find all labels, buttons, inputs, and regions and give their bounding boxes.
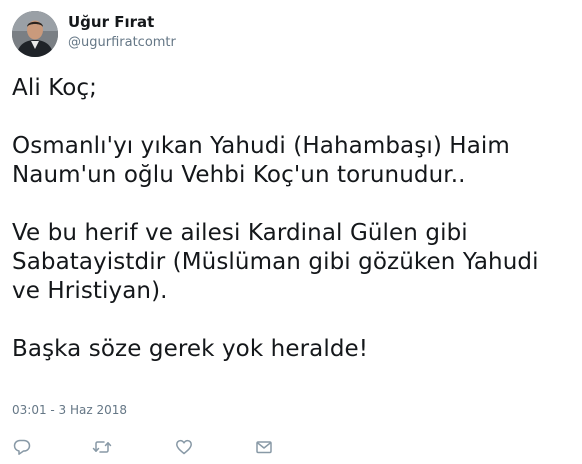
avatar-image: [12, 11, 58, 57]
reply-button[interactable]: [12, 437, 32, 457]
like-button[interactable]: [174, 437, 194, 457]
reply-icon: [13, 439, 31, 455]
tweet-card: Uğur Fırat @ugurfiratcomtr Ali Koç; Osma…: [0, 0, 582, 464]
tweet-actions: [12, 437, 572, 457]
tweet-timestamp[interactable]: 03:01 - 3 Haz 2018: [12, 403, 127, 417]
display-name[interactable]: Uğur Fırat: [68, 13, 154, 31]
user-handle[interactable]: @ugurfiratcomtr: [68, 35, 176, 50]
envelope-icon: [256, 441, 272, 454]
tweet-text: Ali Koç; Osmanlı'yı yıkan Yahudi (Hahamb…: [12, 75, 539, 362]
retweet-icon: [92, 441, 112, 453]
heart-icon: [176, 439, 192, 455]
retweet-button[interactable]: [92, 437, 112, 457]
avatar[interactable]: [12, 11, 58, 57]
direct-message-button[interactable]: [254, 437, 274, 457]
